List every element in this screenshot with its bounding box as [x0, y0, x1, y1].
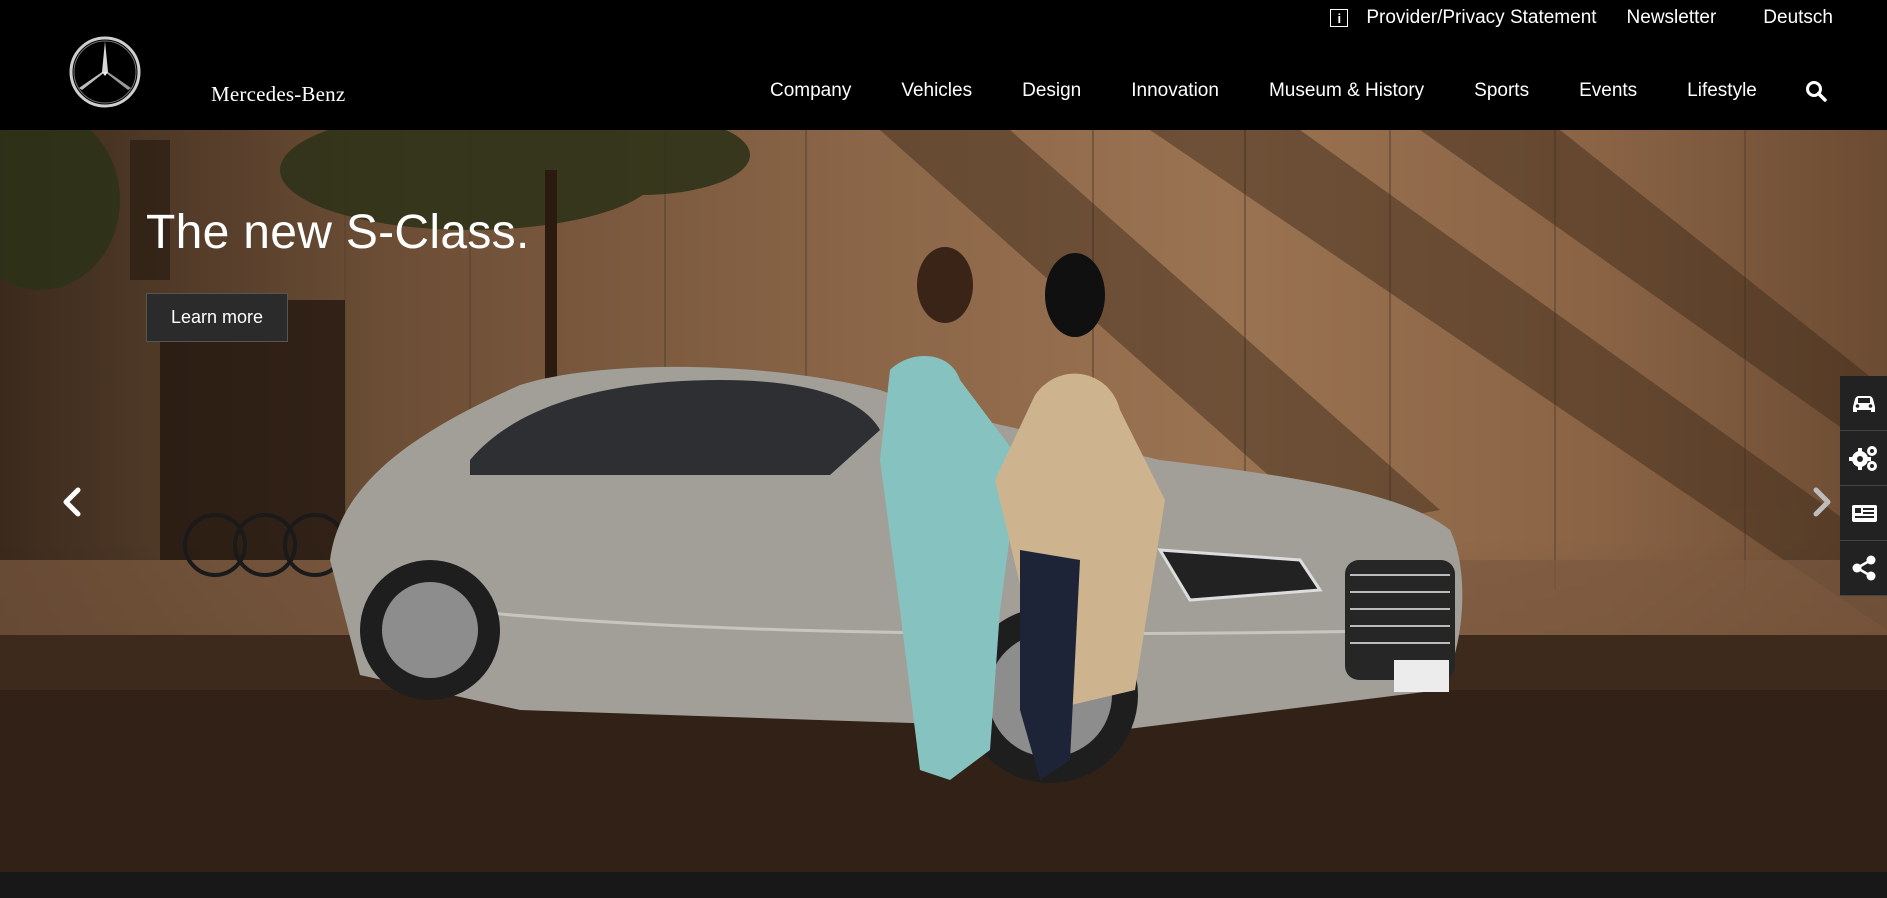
sidebar-item-configurator[interactable] — [1840, 431, 1887, 486]
sidebar-item-news[interactable] — [1840, 486, 1887, 541]
nav-item-sports[interactable]: Sports — [1474, 80, 1529, 102]
learn-more-button[interactable]: Learn more — [146, 293, 288, 342]
mercedes-star-icon[interactable] — [68, 35, 142, 109]
search-icon[interactable] — [1805, 80, 1827, 102]
nav-item-lifestyle[interactable]: Lifestyle — [1687, 80, 1757, 102]
nav-item-vehicles[interactable]: Vehicles — [901, 80, 972, 102]
language-switch-link[interactable]: Deutsch — [1763, 7, 1833, 29]
provider-privacy-link[interactable]: i Provider/Privacy Statement — [1330, 7, 1597, 29]
sidebar-item-share[interactable] — [1840, 541, 1887, 596]
hero-title: The new S-Class. — [146, 206, 530, 259]
nav-item-innovation[interactable]: Innovation — [1131, 80, 1219, 102]
newspaper-icon — [1851, 505, 1877, 522]
sidebar-item-vehicles[interactable] — [1840, 376, 1887, 431]
car-icon — [1852, 396, 1875, 412]
site-header: Mercedes-Benz i Provider/Privacy Stateme… — [0, 0, 1887, 130]
chevron-right-icon[interactable] — [1808, 482, 1836, 522]
nav-item-museum-history[interactable]: Museum & History — [1269, 80, 1424, 102]
main-nav: Company Vehicles Design Innovation Museu… — [770, 76, 1757, 106]
chevron-left-icon[interactable] — [58, 482, 86, 522]
newsletter-link[interactable]: Newsletter — [1627, 7, 1717, 29]
nav-item-design[interactable]: Design — [1022, 80, 1081, 102]
content-divider-strip — [0, 872, 1887, 898]
hero-banner: The new S-Class. Learn more — [0, 130, 1887, 872]
quick-access-sidebar — [1840, 376, 1887, 596]
share-icon — [1852, 555, 1875, 581]
brand-wordmark[interactable]: Mercedes-Benz — [211, 82, 345, 107]
nav-item-company[interactable]: Company — [770, 80, 851, 102]
gears-icon — [1848, 446, 1877, 471]
utility-nav: i Provider/Privacy Statement Newsletter … — [1330, 5, 1887, 31]
info-icon: i — [1330, 9, 1349, 27]
provider-privacy-label: Provider/Privacy Statement — [1366, 7, 1597, 28]
nav-item-events[interactable]: Events — [1579, 80, 1637, 102]
